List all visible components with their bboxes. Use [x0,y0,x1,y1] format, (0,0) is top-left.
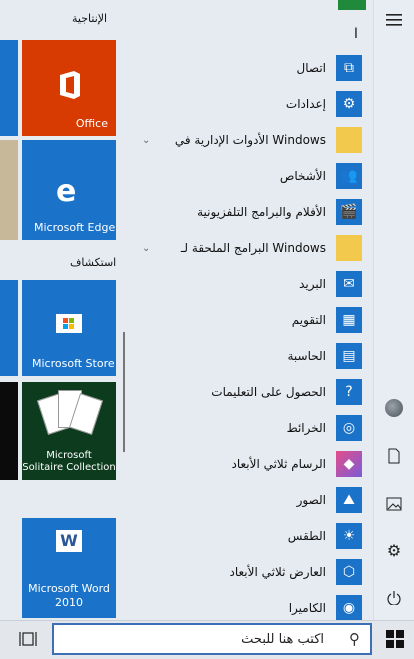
settings-gear-icon[interactable]: ⚙ [374,530,414,570]
tile-label: Microsoft Solitaire Collection [22,450,116,473]
app-name: إعدادات [285,97,326,111]
weather-icon: ☀ [336,523,362,549]
paint3d-icon: ◆ [336,451,362,477]
app-item-maps[interactable]: الخرائط ◎ [128,410,374,446]
connect-icon: ⧉ [336,55,362,81]
app-item-get-help[interactable]: الحصول على التعليمات ? [128,374,374,410]
app-item-paint3d[interactable]: الرسام ثلاثي الأبعاد ◆ [128,446,374,482]
windows-start-icon[interactable] [384,628,406,650]
app-item-accessories[interactable]: ⌄ البرامج الملحقة لـ Windows [128,230,374,266]
maps-icon: ◎ [336,415,362,441]
app-list: ا اتصال ⧉ إعدادات ⚙ ⌄ الأدوات الإدارية ف… [128,0,374,620]
mail-icon: ✉ [336,271,362,297]
group-title-explore[interactable]: استكشاف [70,256,116,269]
solitaire-tile[interactable]: Microsoft Solitaire Collection [22,382,116,480]
settings-icon: ⚙ [336,91,362,117]
app-name: البريد [299,277,326,291]
word-icon: W [56,530,82,552]
calendar-icon: ▦ [336,307,362,333]
power-icon[interactable] [374,578,414,618]
app-item-people[interactable]: الأشخاص 👥 [128,158,374,194]
app-item-movies[interactable]: الأفلام والبرامج التلفزيونية 🎬 [128,194,374,230]
start-rail: ⚙ [373,0,414,620]
app-item-3d-viewer[interactable]: العارض ثلاثي الأبعاد ⬡ [128,554,374,590]
store-bag-icon [56,314,82,333]
app-name: اتصال [296,61,326,75]
tile-label: Microsoft Word 2010 [28,582,110,609]
app-name: الكاميرا [288,601,326,615]
app-item-calculator[interactable]: الحاسبة ▤ [128,338,374,374]
app-item-camera[interactable]: الكاميرا ◉ [128,590,374,620]
documents-icon[interactable] [374,436,414,476]
app-name: الأشخاص [279,169,326,183]
cards-image [37,390,103,440]
search-icon: ⚲ [349,630,360,648]
search-box[interactable]: اكتب هنا للبحث ⚲ [52,623,372,655]
section-letter[interactable]: ا [354,26,358,42]
tile-label: Microsoft Edge [34,221,116,234]
people-icon: 👥 [336,163,362,189]
app-name: العارض ثلاثي الأبعاد [229,565,326,579]
film-icon: 🎬 [336,199,362,225]
hamburger-icon[interactable] [374,0,414,40]
folder-icon [336,235,362,261]
app-name: الصور [296,493,326,507]
user-avatar[interactable] [374,388,414,428]
app-name: الرسام ثلاثي الأبعاد [231,457,326,471]
cube-icon: ⬡ [336,559,362,585]
app-item-connect[interactable]: اتصال ⧉ [128,50,374,86]
app-item-settings[interactable]: إعدادات ⚙ [128,86,374,122]
edge-icon: e [56,174,77,209]
app-name: البرامج الملحقة لـ Windows [180,241,326,255]
avatar [385,399,403,417]
app-item-admin-tools[interactable]: ⌄ الأدوات الإدارية في Windows [128,122,374,158]
store-tile[interactable]: Microsoft Store [22,280,116,376]
app-name: التقويم [291,313,326,327]
app-name: الأدوات الإدارية في Windows [174,133,326,147]
tile-label: Office [75,117,108,130]
help-icon: ? [336,379,362,405]
partial-tile[interactable] [0,382,18,480]
app-item-photos[interactable]: الصور ⛰ [128,482,374,518]
office-tile[interactable]: Office [22,40,116,136]
chevron-down-icon[interactable]: ⌄ [142,243,150,254]
pictures-icon[interactable] [374,484,414,524]
start-menu: ⚙ ا اتصال ⧉ إعدادات ⚙ ⌄ الأدوات الإدارية… [0,0,414,620]
app-name: الطقس [287,529,326,543]
partial-tile[interactable] [0,280,18,376]
app-item-weather[interactable]: الطقس ☀ [128,518,374,554]
tile-label: Microsoft Store [32,357,115,370]
app-name: الخرائط [286,421,326,435]
partial-tile[interactable] [0,40,18,136]
app-name: الحاسبة [287,349,326,363]
photos-icon: ⛰ [336,487,362,513]
word-tile[interactable]: W Microsoft Word 2010 [22,518,116,618]
app-item-mail[interactable]: البريد ✉ [128,266,374,302]
chevron-down-icon[interactable]: ⌄ [142,135,150,146]
group-title-productivity[interactable]: الإنتاجية [72,12,107,25]
app-list-scrollbar[interactable] [123,332,125,452]
app-name: الحصول على التعليمات [211,385,326,399]
partial-tile[interactable] [0,140,18,240]
camera-icon: ◉ [336,595,362,620]
search-placeholder: اكتب هنا للبحث [241,632,324,647]
calculator-icon: ▤ [336,343,362,369]
office-icon [60,71,80,99]
partial-app-icon [338,0,366,10]
app-item-calendar[interactable]: التقويم ▦ [128,302,374,338]
edge-tile[interactable]: e Microsoft Edge [22,140,116,240]
folder-icon [336,127,362,153]
taskbar: اكتب هنا للبحث ⚲ [0,620,414,659]
task-view-icon[interactable] [18,629,38,649]
app-name: الأفلام والبرامج التلفزيونية [197,205,326,219]
